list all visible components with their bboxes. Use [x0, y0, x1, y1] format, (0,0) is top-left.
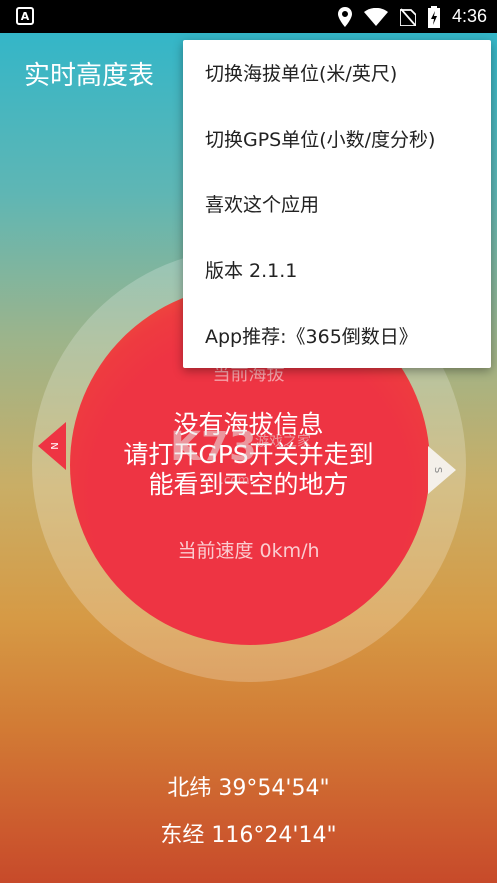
- menu-item-toggle-altitude-unit[interactable]: 切换海拔单位(米/英尺): [183, 40, 491, 106]
- menu-item-version[interactable]: 版本 2.1.1: [183, 237, 491, 303]
- speed-text: 当前速度 0km/h: [177, 540, 320, 562]
- no-sim-icon: [399, 7, 416, 26]
- message-line: 能看到天空的地方: [148, 470, 349, 499]
- longitude-text: 东经 116°24'14": [160, 823, 337, 848]
- app-title: 实时高度表: [24, 61, 155, 91]
- overflow-menu: 切换海拔单位(米/英尺) 切换GPS单位(小数/度分秒) 喜欢这个应用 版本 2…: [183, 40, 491, 368]
- message-line: 没有海拔信息: [173, 410, 324, 439]
- wifi-icon: [363, 7, 388, 26]
- menu-item-toggle-gps-unit[interactable]: 切换GPS单位(小数/度分秒): [183, 106, 491, 172]
- menu-item-app-recommendation[interactable]: App推荐:《365倒数日》: [183, 302, 491, 368]
- location-icon: [337, 6, 352, 27]
- status-bar: A 4:36: [0, 0, 497, 33]
- latitude-text: 北纬 39°54'54": [167, 776, 330, 801]
- status-time: 4:36: [451, 6, 487, 26]
- battery-charging-icon: [427, 5, 440, 28]
- menu-item-like-app[interactable]: 喜欢这个应用: [183, 171, 491, 237]
- notification-a-icon: A: [16, 7, 34, 25]
- no-altitude-message: 没有海拔信息 请打开GPS开关并走到 能看到天空的地方: [0, 410, 497, 500]
- message-line: 请打开GPS开关并走到: [123, 440, 374, 469]
